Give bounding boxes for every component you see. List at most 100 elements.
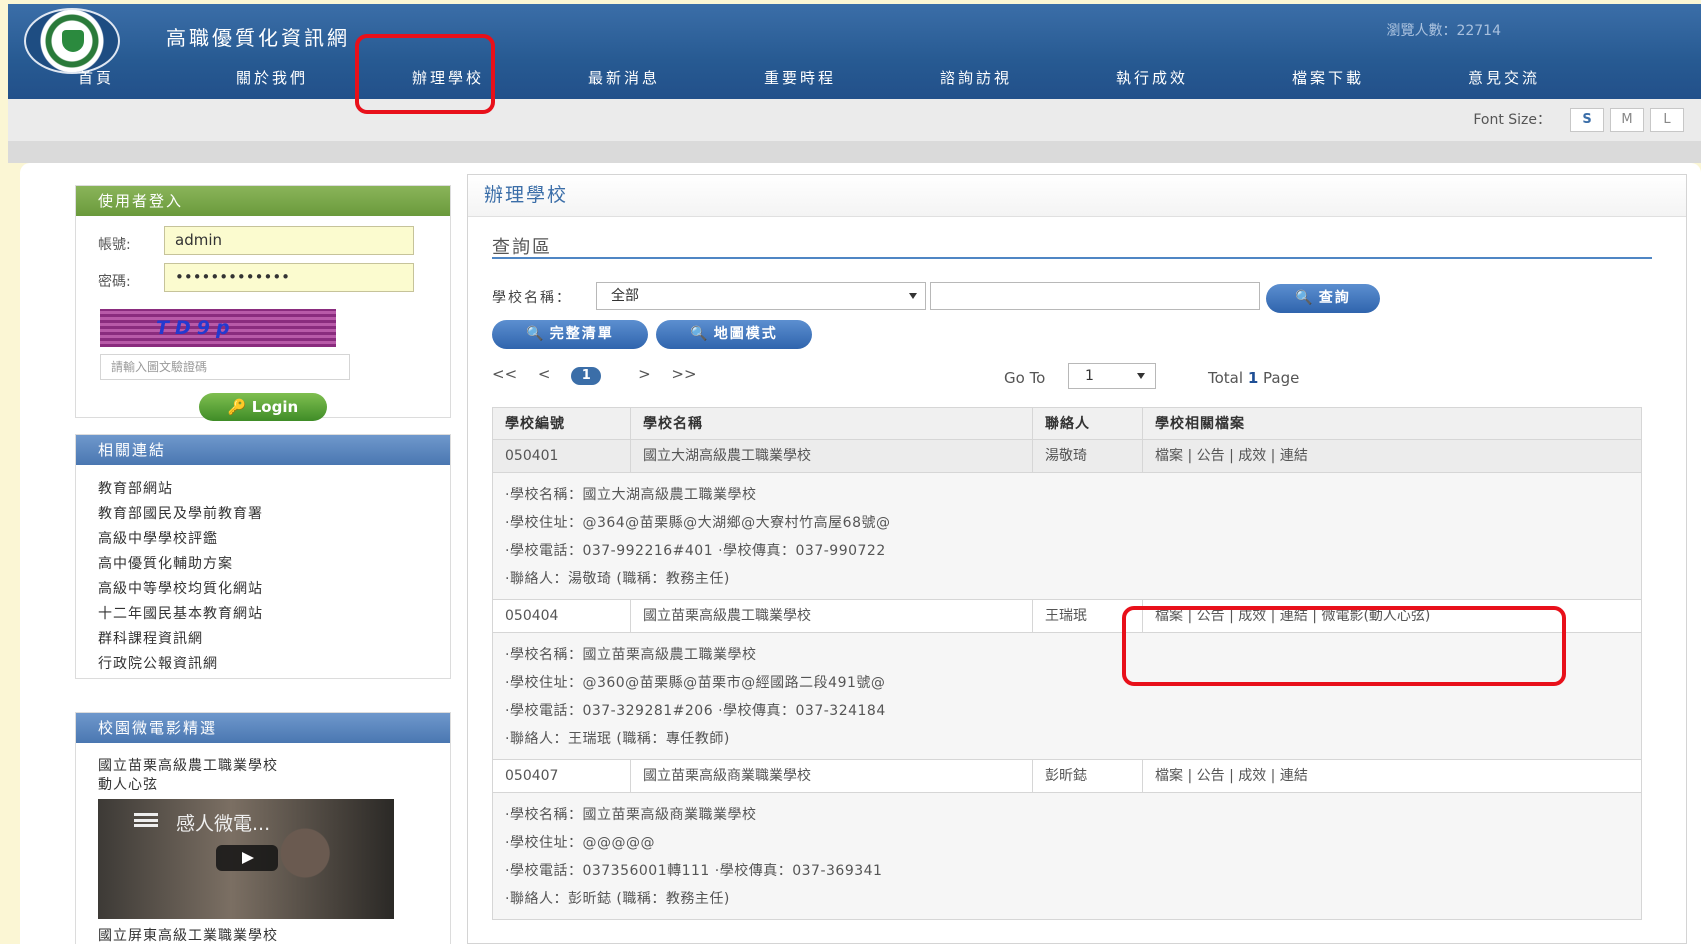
- table-row[interactable]: 050407 國立苗栗高級商業職業學校 彭昕鋕 檔案 | 公告 | 成效 | 連…: [492, 760, 1642, 793]
- keyword-input[interactable]: [930, 282, 1260, 310]
- header-school-name: 學校名稱: [631, 408, 1033, 439]
- school-name: 國立苗栗高級商業職業學校: [631, 760, 1033, 792]
- contact-person: 湯敬琦: [1033, 440, 1143, 472]
- prev-page-link[interactable]: <: [538, 365, 551, 383]
- playlist-icon: [134, 813, 158, 827]
- site-title: 高職優質化資訊網: [166, 26, 350, 50]
- link-item[interactable]: 十二年國民基本教育網站: [98, 602, 450, 627]
- key-icon: 🔑: [227, 398, 252, 416]
- captcha-text: TD9p: [156, 317, 236, 339]
- search-button[interactable]: 🔍 查詢: [1266, 284, 1380, 313]
- header-school-id: 學校編號: [493, 408, 631, 439]
- video-caption: 感人微電...: [176, 813, 271, 835]
- full-list-label: 完整清單: [549, 326, 614, 342]
- nav-schedule[interactable]: 重要時程: [712, 60, 888, 99]
- nav-results[interactable]: 執行成效: [1064, 60, 1240, 99]
- content-area: 使用者登入 帳號: admin 密碼: ••••••••••••• TD9p 請…: [20, 163, 1701, 944]
- font-size-label: Font Size：: [1473, 112, 1551, 128]
- related-links-list: 教育部網站 教育部國民及學前教育署 高級中學學校評鑑 高中優質化輔助方案 高級中…: [76, 465, 450, 677]
- detail-contact: ·聯絡人：王瑞珉 (職稱：專任教師): [505, 731, 730, 747]
- school-name: 國立苗栗高級農工職業學校: [631, 600, 1033, 632]
- nav-about[interactable]: 關於我們: [184, 60, 360, 99]
- next-page-link[interactable]: >: [638, 365, 651, 383]
- pagination: << < 1 > >>: [492, 365, 713, 385]
- school-select[interactable]: 全部: [596, 282, 926, 310]
- video-film-name: 動人心弦: [98, 777, 158, 793]
- nav-feedback[interactable]: 意見交流: [1416, 60, 1592, 99]
- detail-name: ·學校名稱：國立苗栗高級商業職業學校: [505, 807, 757, 823]
- video-school-name: 國立苗栗高級農工職業學校: [98, 758, 278, 774]
- font-size-small-button[interactable]: S: [1570, 108, 1604, 132]
- header-contact: 聯絡人: [1033, 408, 1143, 439]
- password-label: 密碼:: [98, 274, 131, 290]
- school-id: 050407: [493, 760, 631, 792]
- nav-downloads[interactable]: 檔案下載: [1240, 60, 1416, 99]
- play-icon[interactable]: [216, 845, 278, 871]
- link-item[interactable]: 群科課程資訊網: [98, 627, 450, 652]
- font-size-large-button[interactable]: L: [1650, 108, 1684, 132]
- detail-phone: ·學校電話：037-992216#401 ·學校傳真：037-990722: [505, 543, 886, 559]
- nav-consult[interactable]: 諮詢訪視: [888, 60, 1064, 99]
- link-item[interactable]: 教育部網站: [98, 477, 450, 502]
- search-icon: 🔍: [1295, 290, 1315, 306]
- link-item[interactable]: 高中優質化輔助方案: [98, 552, 450, 577]
- search-icon: 🔍: [690, 326, 710, 342]
- header: 高職優質化資訊網 瀏覽人數：22714 首頁 關於我們 辦理學校 最新消息 重要…: [8, 4, 1701, 99]
- account-input[interactable]: admin: [164, 226, 414, 255]
- visitor-count: 瀏覽人數：22714: [1386, 23, 1501, 39]
- total-suffix: Page: [1263, 369, 1300, 387]
- last-page-link[interactable]: >>: [671, 365, 696, 383]
- link-item[interactable]: 高級中學學校評鑑: [98, 527, 450, 552]
- search-icon: 🔍: [526, 326, 546, 342]
- font-size-medium-button[interactable]: M: [1610, 108, 1644, 132]
- logo-emblem-icon: [62, 30, 84, 52]
- link-item[interactable]: 行政院公報資訊網: [98, 652, 450, 677]
- total-value: 1: [1247, 369, 1259, 387]
- first-page-link[interactable]: <<: [492, 365, 517, 383]
- link-item[interactable]: 高級中等學校均質化網站: [98, 577, 450, 602]
- account-label: 帳號:: [98, 237, 131, 253]
- search-button-label: 查詢: [1318, 290, 1351, 306]
- highlight-nav-schools: [355, 34, 495, 114]
- link-item[interactable]: 教育部國民及學前教育署: [98, 502, 450, 527]
- goto-select[interactable]: 1: [1068, 363, 1156, 389]
- full-list-button[interactable]: 🔍 完整清單: [492, 320, 648, 349]
- map-mode-label: 地圖模式: [713, 326, 778, 342]
- video-thumbnail[interactable]: 感人微電...: [98, 799, 394, 919]
- school-name-label: 學校名稱：: [492, 290, 572, 306]
- table-header: 學校編號 學校名稱 聯絡人 學校相關檔案: [492, 407, 1642, 440]
- password-input[interactable]: •••••••••••••: [164, 263, 414, 292]
- main-nav: 首頁 關於我們 辦理學校 最新消息 重要時程 諮詢訪視 執行成效 檔案下載 意見…: [8, 60, 1701, 99]
- school-detail: ·學校名稱：國立大湖高級農工職業學校 ·學校住址：@364@苗栗縣@大湖鄉@大寮…: [492, 473, 1642, 600]
- related-links-heading: 相關連結: [76, 435, 450, 465]
- nav-home[interactable]: 首頁: [8, 60, 184, 99]
- chevron-down-icon: [1137, 373, 1145, 379]
- table-row[interactable]: 050401 國立大湖高級農工職業學校 湯敬琦 檔案 | 公告 | 成效 | 連…: [492, 440, 1642, 473]
- detail-contact: ·聯絡人：彭昕鋕 (職稱：教務主任): [505, 891, 730, 907]
- video-title[interactable]: 國立苗栗高級農工職業學校 動人心弦: [76, 743, 450, 795]
- detail-phone: ·學校電話：037356001轉111 ·學校傳真：037-369341: [505, 863, 883, 879]
- school-id: 050404: [493, 600, 631, 632]
- school-name: 國立大湖高級農工職業學校: [631, 440, 1033, 472]
- current-page[interactable]: 1: [571, 367, 602, 385]
- captcha-input[interactable]: 請輸入圖文驗證碼: [100, 354, 350, 380]
- contact-person: 彭昕鋕: [1033, 760, 1143, 792]
- map-mode-button[interactable]: 🔍 地圖模式: [656, 320, 812, 349]
- nav-news[interactable]: 最新消息: [536, 60, 712, 99]
- goto-value: 1: [1085, 368, 1094, 384]
- school-detail: ·學校名稱：國立苗栗高級商業職業學校 ·學校住址：@@@@@ ·學校電話：037…: [492, 793, 1642, 920]
- total-prefix: Total: [1208, 369, 1244, 387]
- goto-label: Go To: [1004, 369, 1046, 387]
- divider: [8, 141, 1701, 163]
- login-button[interactable]: 🔑 Login: [199, 393, 327, 421]
- chevron-down-icon: [909, 293, 917, 299]
- login-heading: 使用者登入: [76, 186, 450, 216]
- detail-name: ·學校名稱：國立大湖高級農工職業學校: [505, 487, 757, 503]
- login-panel: 使用者登入 帳號: admin 密碼: ••••••••••••• TD9p 請…: [75, 185, 451, 421]
- total-pages: Total 1 Page: [1208, 369, 1299, 387]
- file-links[interactable]: 檔案 | 公告 | 成效 | 連結: [1143, 440, 1641, 472]
- micro-film-heading: 校園微電影精選: [76, 713, 450, 743]
- page: 高職優質化資訊網 瀏覽人數：22714 首頁 關於我們 辦理學校 最新消息 重要…: [0, 0, 1701, 944]
- next-video-title[interactable]: 國立屏東高級工業職業學校: [98, 925, 278, 944]
- file-links[interactable]: 檔案 | 公告 | 成效 | 連結: [1143, 760, 1641, 792]
